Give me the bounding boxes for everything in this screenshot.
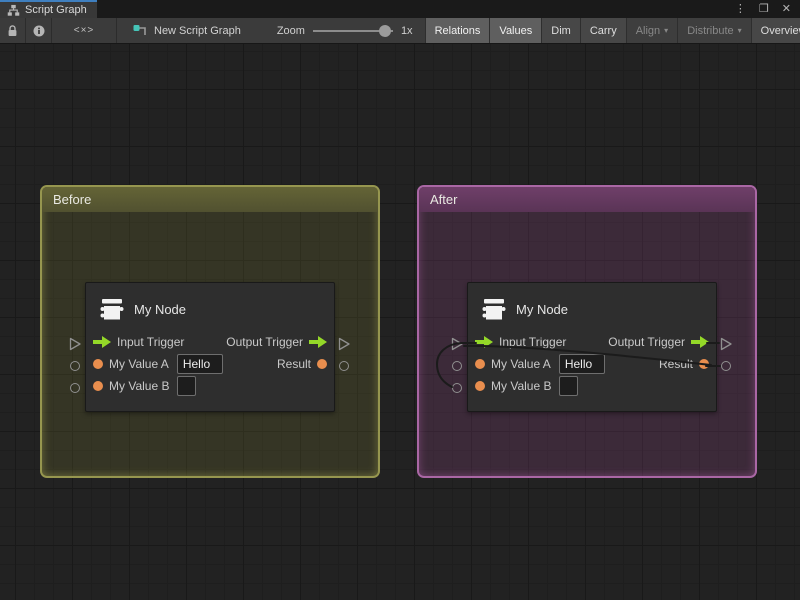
value-a-label: My Value A: [109, 357, 169, 371]
value-input-icon[interactable]: [475, 359, 485, 369]
graph-asset-breadcrumb[interactable]: New Script Graph: [117, 18, 255, 43]
value-port-icon[interactable]: [452, 361, 462, 371]
value-b-label: My Value B: [109, 379, 169, 393]
flow-port-icon[interactable]: [719, 337, 733, 351]
group-after-title: After: [430, 192, 457, 207]
value-b-label: My Value B: [491, 379, 551, 393]
flow-input-icon[interactable]: [93, 336, 111, 348]
flow-port-icon[interactable]: [337, 337, 351, 351]
zoom-label: Zoom: [277, 25, 305, 37]
zoom-value: 1x: [401, 25, 413, 37]
align-label: Align: [636, 25, 660, 37]
graph-asset-name: New Script Graph: [154, 25, 241, 37]
value-input-icon[interactable]: [93, 359, 103, 369]
value-b-input[interactable]: [559, 376, 578, 396]
align-dropdown[interactable]: Align ▾: [626, 18, 677, 43]
unit-icon: [481, 296, 507, 322]
code-view-button[interactable]: <×>: [52, 18, 116, 43]
distribute-dropdown[interactable]: Distribute ▾: [677, 18, 750, 43]
output-trigger-label: Output Trigger: [608, 335, 685, 349]
value-input-icon[interactable]: [93, 381, 103, 391]
input-trigger-label: Input Trigger: [499, 335, 566, 349]
info-button[interactable]: [26, 18, 51, 43]
unit-icon: [99, 296, 125, 322]
input-trigger-label: Input Trigger: [117, 335, 184, 349]
value-b-row: My Value B: [86, 375, 334, 397]
code-icon: <×>: [74, 25, 95, 36]
trigger-row: Input Trigger Output Trigger: [468, 331, 716, 353]
window-tab-bar: Script Graph ⋮ ❐ ✕: [0, 0, 800, 18]
carry-label: Carry: [590, 25, 617, 37]
graph-canvas[interactable]: Before After My Node Input Trigg: [0, 44, 800, 600]
value-port-icon[interactable]: [339, 361, 349, 371]
lock-button[interactable]: [0, 18, 25, 43]
tab-script-graph[interactable]: Script Graph: [0, 0, 97, 18]
value-output-icon[interactable]: [317, 359, 327, 369]
zoom-control: Zoom 1x: [255, 18, 419, 43]
relations-toggle[interactable]: Relations: [425, 18, 490, 43]
value-port-icon[interactable]: [70, 383, 80, 393]
info-icon: [33, 25, 45, 37]
relations-label: Relations: [435, 25, 481, 37]
distribute-label: Distribute: [687, 25, 733, 37]
carry-toggle[interactable]: Carry: [580, 18, 626, 43]
window-maximize-button[interactable]: ❐: [759, 4, 769, 15]
node-title: My Node: [134, 302, 186, 317]
overview-button[interactable]: Overview: [751, 18, 800, 43]
chevron-down-icon: ▾: [738, 27, 742, 35]
value-b-row: My Value B: [468, 375, 716, 397]
value-a-row: My Value A Result: [86, 353, 334, 375]
trigger-row: Input Trigger Output Trigger: [86, 331, 334, 353]
graph-toolbar: <×> New Script Graph Zoom 1x Relations V…: [0, 18, 800, 44]
tab-title: Script Graph: [25, 4, 87, 16]
node-header: My Node: [468, 283, 716, 331]
lock-icon: [7, 25, 18, 37]
node-my-node-before[interactable]: My Node Input Trigger Output Trigger My …: [85, 282, 335, 412]
result-label: Result: [277, 357, 311, 371]
output-trigger-label: Output Trigger: [226, 335, 303, 349]
value-b-input[interactable]: [177, 376, 196, 396]
script-graph-icon: [133, 24, 148, 38]
value-port-icon[interactable]: [721, 361, 731, 371]
group-before-title: Before: [53, 192, 91, 207]
value-a-input[interactable]: [177, 354, 223, 374]
value-a-input[interactable]: [559, 354, 605, 374]
value-port-icon[interactable]: [70, 361, 80, 371]
node-my-node-after[interactable]: My Node Input Trigger Output Trigger My …: [467, 282, 717, 412]
zoom-slider[interactable]: [313, 25, 393, 37]
value-a-row: My Value A Result: [468, 353, 716, 375]
value-output-icon[interactable]: [699, 359, 709, 369]
overview-label: Overview: [761, 25, 800, 37]
values-label: Values: [499, 25, 532, 37]
flow-output-icon[interactable]: [691, 336, 709, 348]
result-label: Result: [659, 357, 693, 371]
values-toggle[interactable]: Values: [489, 18, 541, 43]
flow-output-icon[interactable]: [309, 336, 327, 348]
node-title: My Node: [516, 302, 568, 317]
flow-input-icon[interactable]: [475, 336, 493, 348]
node-header: My Node: [86, 283, 334, 331]
value-a-label: My Value A: [491, 357, 551, 371]
hierarchy-icon: [7, 4, 20, 17]
flow-port-icon[interactable]: [450, 337, 464, 351]
group-after-header[interactable]: After: [419, 187, 755, 212]
value-port-icon[interactable]: [452, 383, 462, 393]
window-menu-button[interactable]: ⋮: [735, 4, 746, 15]
dim-toggle[interactable]: Dim: [541, 18, 580, 43]
zoom-slider-handle[interactable]: [379, 25, 391, 37]
dim-label: Dim: [551, 25, 571, 37]
value-input-icon[interactable]: [475, 381, 485, 391]
window-close-button[interactable]: ✕: [782, 4, 791, 15]
chevron-down-icon: ▾: [664, 27, 668, 35]
flow-port-icon[interactable]: [68, 337, 82, 351]
toolbar-button-strip: Relations Values Dim Carry Align ▾ Distr…: [425, 18, 800, 43]
group-before-header[interactable]: Before: [42, 187, 378, 212]
